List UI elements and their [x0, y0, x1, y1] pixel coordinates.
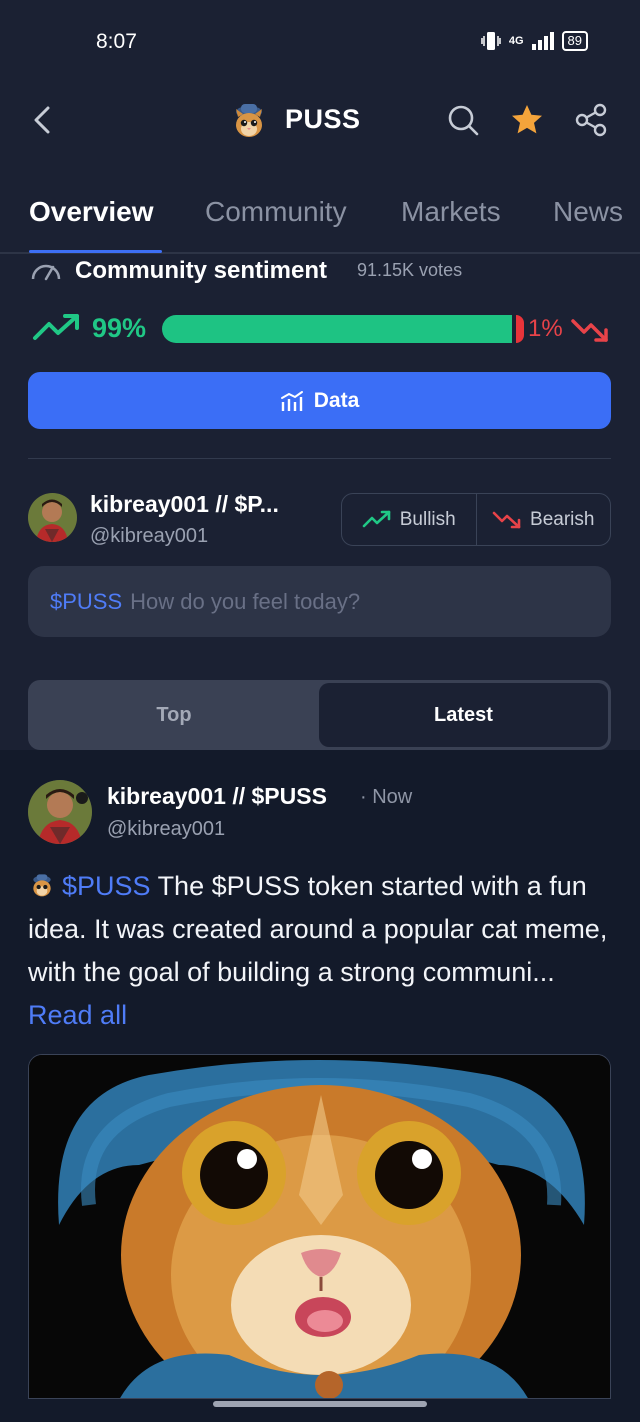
trend-down-icon: [571, 319, 608, 342]
active-tab-indicator: [29, 250, 162, 253]
signal-icon: [531, 32, 554, 50]
post-time: · Now: [360, 786, 413, 808]
tab-markets[interactable]: Markets: [401, 196, 501, 228]
share-icon[interactable]: [574, 102, 610, 138]
avatar[interactable]: [28, 493, 77, 542]
post-author-name[interactable]: kibreay001 // $PUSS: [107, 783, 327, 810]
status-time: 8:07: [96, 30, 137, 53]
post-cashtag[interactable]: $PUSS: [62, 871, 151, 901]
sentiment-bar-bearish: [516, 315, 524, 343]
vote-buttons: Bullish Bearish: [341, 493, 611, 546]
bullish-button[interactable]: Bullish: [342, 494, 476, 545]
feed-sort-toggle: Top Latest: [28, 680, 611, 750]
bearish-button[interactable]: Bearish: [475, 494, 611, 545]
bearish-percent: 1%: [528, 315, 563, 342]
cat-emoji-icon: [33, 874, 51, 897]
sentiment-title: Community sentiment: [75, 257, 328, 284]
trend-up-icon: [362, 510, 391, 527]
tab-bar: Overview Community Markets News: [0, 190, 640, 254]
sort-top-button[interactable]: Top: [28, 680, 320, 750]
gauge-icon: [31, 264, 61, 281]
post-author-handle: @kibreay001: [107, 818, 226, 840]
bullish-percent: 99%: [92, 313, 147, 343]
back-arrow-icon[interactable]: [30, 104, 56, 136]
chart-icon: [280, 390, 303, 411]
sentiment-bar: [162, 315, 524, 343]
home-indicator[interactable]: [213, 1401, 427, 1407]
composer-user-name: kibreay001 // $P...: [90, 491, 279, 517]
star-icon[interactable]: [509, 102, 545, 138]
sentiment-votes: 91.15K votes: [357, 260, 463, 280]
data-button-label: Data: [313, 388, 360, 412]
bearish-label: Bearish: [530, 508, 595, 530]
battery-indicator: 89: [561, 31, 588, 51]
tab-news[interactable]: News: [553, 196, 623, 228]
trend-up-icon: [33, 314, 79, 340]
coin-title: PUSS: [285, 104, 361, 134]
bullish-label: Bullish: [399, 508, 456, 530]
post-text: $PUSS The $PUSS token started with a fun…: [28, 865, 618, 1037]
sentiment-bar-bullish: [162, 315, 512, 343]
post-image[interactable]: [28, 1054, 611, 1399]
search-icon[interactable]: [445, 102, 481, 138]
composer-placeholder: How do you feel today?: [130, 588, 361, 614]
data-button[interactable]: Data: [28, 372, 611, 429]
puss-coin-logo: [236, 104, 262, 137]
trend-down-icon: [492, 511, 521, 528]
read-all-link[interactable]: Read all: [28, 1000, 127, 1030]
vibrate-icon: [481, 32, 501, 50]
tab-overview[interactable]: Overview: [29, 196, 154, 228]
tab-community[interactable]: Community: [205, 196, 347, 228]
sort-latest-button[interactable]: Latest: [319, 683, 608, 747]
status-icons: 4G 89: [481, 30, 588, 52]
composer-cashtag: $PUSS: [50, 588, 123, 614]
composer-user-handle: @kibreay001: [90, 525, 209, 547]
network-type: 4G: [508, 35, 524, 47]
post-composer-input[interactable]: $PUSS How do you feel today?: [28, 566, 611, 637]
post-author-avatar[interactable]: [28, 780, 92, 844]
section-divider: [28, 458, 611, 459]
